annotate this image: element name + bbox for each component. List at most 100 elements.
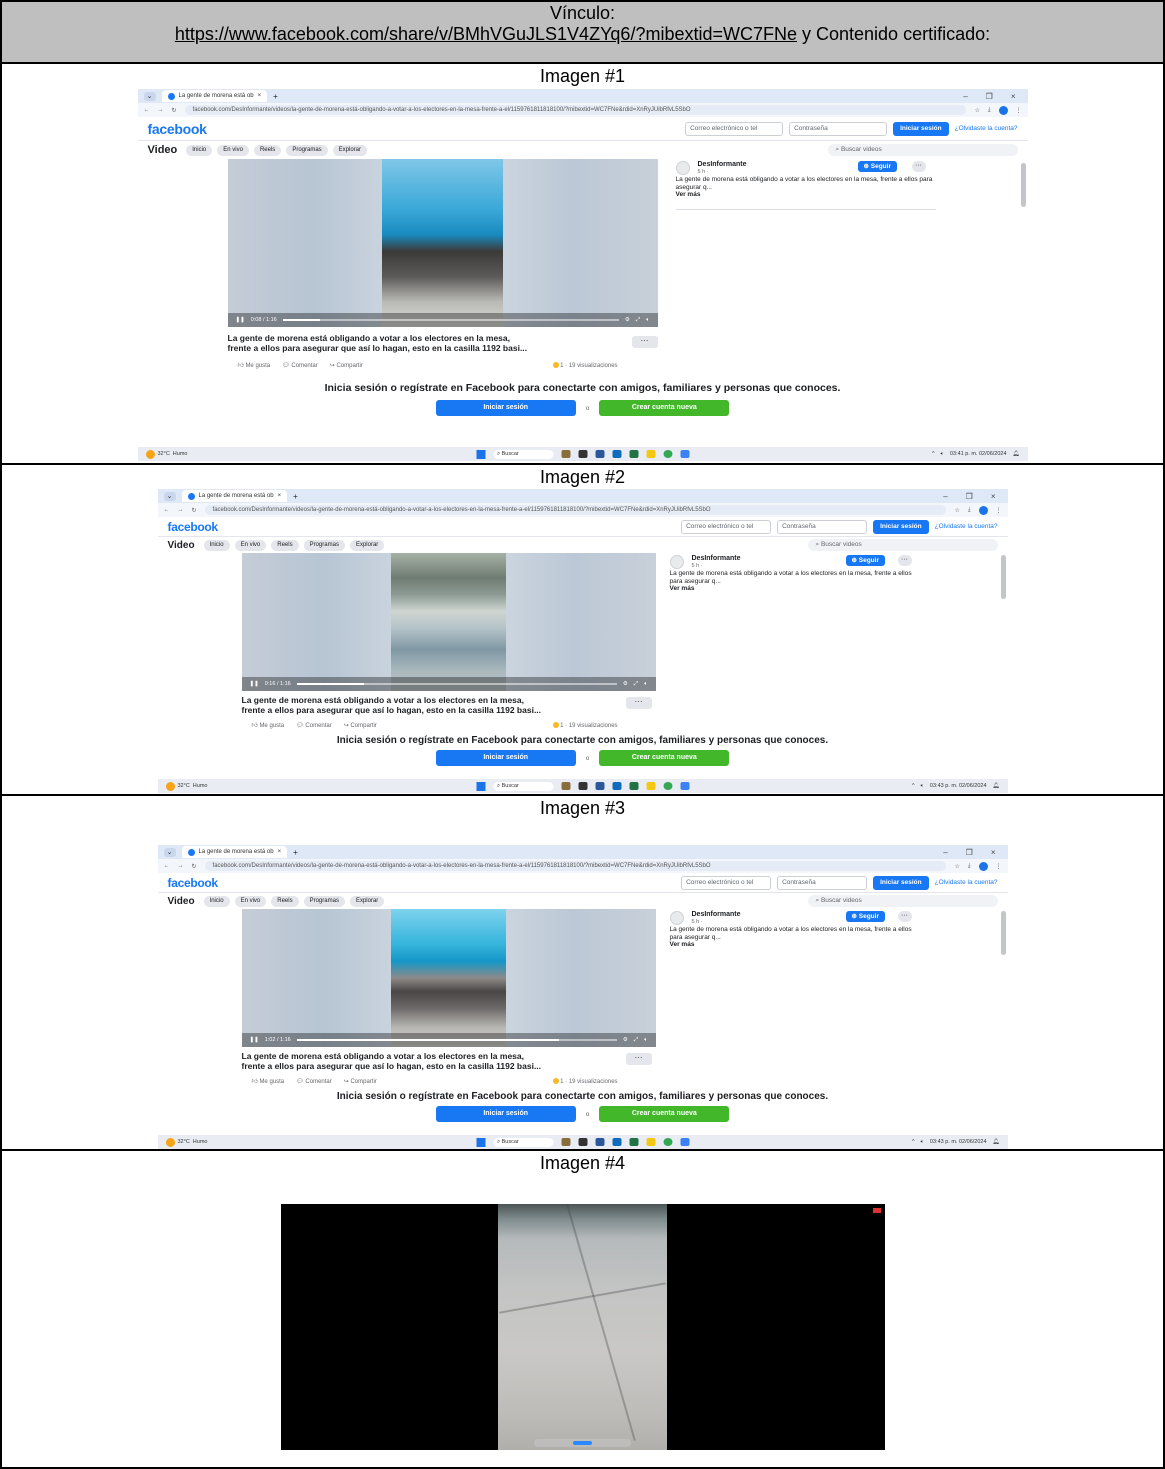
bell-icon[interactable]: 🔔︎: [993, 783, 1000, 789]
tab-list-button[interactable]: ⌄: [163, 847, 176, 857]
see-more-link[interactable]: Ver más: [670, 585, 920, 593]
app-icon[interactable]: [561, 450, 570, 458]
star-icon[interactable]: ☆: [954, 863, 959, 870]
facebook-logo[interactable]: facebook: [168, 520, 219, 534]
app-icon[interactable]: [612, 1138, 621, 1146]
clock[interactable]: 03:43 p. m. 02/06/2024: [930, 783, 987, 789]
window-close-icon[interactable]: ×: [991, 848, 996, 857]
search-videos-input[interactable]: ⌕ Buscar videos: [807, 539, 998, 551]
pause-icon[interactable]: ❚❚: [250, 681, 259, 687]
login-button[interactable]: Iniciar sesión: [873, 519, 929, 534]
video-player[interactable]: ❚❚ 1:02 / 1:16 ⚙ ⤢ 🔈︎: [241, 909, 656, 1047]
forward-icon[interactable]: →: [178, 507, 184, 513]
bell-icon[interactable]: 🔔︎: [1013, 451, 1020, 457]
create-account-button[interactable]: Crear cuenta nueva: [599, 1106, 730, 1122]
chrome-icon[interactable]: [663, 450, 672, 458]
pause-icon[interactable]: ❚❚: [236, 317, 245, 323]
nav-inicio[interactable]: Inicio: [203, 895, 230, 907]
browser-tab[interactable]: La gente de morena está ob ×: [181, 846, 288, 858]
nav-programas[interactable]: Programas: [286, 144, 328, 156]
download-icon[interactable]: ⤓: [988, 107, 991, 114]
fullscreen-icon[interactable]: ⤢: [634, 681, 638, 688]
app-icon[interactable]: [578, 1138, 587, 1146]
minimize-icon[interactable]: –: [963, 92, 967, 101]
facebook-logo[interactable]: facebook: [168, 876, 219, 890]
chevron-up-icon[interactable]: ^: [912, 1139, 915, 1145]
new-tab-icon[interactable]: +: [293, 848, 298, 857]
volume-icon[interactable]: 🔈︎: [644, 1037, 647, 1044]
nav-en-vivo[interactable]: En vivo: [234, 539, 267, 551]
settings-icon[interactable]: ⚙: [623, 1037, 628, 1043]
new-tab-icon[interactable]: +: [293, 492, 298, 501]
like-button[interactable]: 👍︎ Me gusta: [252, 1077, 285, 1085]
see-more-link[interactable]: Ver más: [670, 941, 920, 949]
app-icon[interactable]: [680, 450, 689, 458]
email-field[interactable]: Correo electrónico o tel: [681, 875, 772, 890]
email-field[interactable]: Correo electrónico o tel: [685, 121, 784, 136]
url-field[interactable]: facebook.com/DesInformante/videos/la-gen…: [184, 105, 967, 115]
nav-reels[interactable]: Reels: [271, 895, 299, 907]
reload-icon[interactable]: ↻: [192, 863, 197, 870]
share-button[interactable]: ↪ Compartir: [330, 362, 363, 369]
post-more-button[interactable]: ···: [625, 697, 652, 709]
nav-explorar[interactable]: Explorar: [332, 144, 367, 156]
follow-button[interactable]: ⊕ Seguir: [845, 555, 885, 566]
nav-explorar[interactable]: Explorar: [349, 539, 385, 551]
video-progress-bar[interactable]: [282, 319, 619, 321]
post-more-button[interactable]: ···: [631, 336, 658, 348]
page-more-button[interactable]: ···: [897, 555, 912, 566]
back-icon[interactable]: ←: [164, 507, 170, 513]
download-icon[interactable]: ⤓: [968, 863, 971, 870]
promo-login-button[interactable]: Iniciar sesión: [435, 1106, 576, 1122]
like-button[interactable]: 👍︎ Me gusta: [252, 721, 285, 729]
word-icon[interactable]: [595, 782, 604, 790]
back-icon[interactable]: ←: [144, 107, 150, 113]
app-icon[interactable]: [561, 782, 570, 790]
reload-icon[interactable]: ↻: [172, 107, 177, 114]
login-button[interactable]: Iniciar sesión: [873, 875, 929, 890]
profile-avatar[interactable]: [978, 861, 988, 871]
tab-list-button[interactable]: ⌄: [163, 491, 176, 501]
star-icon[interactable]: ☆: [974, 107, 979, 114]
window-close-icon[interactable]: ×: [991, 492, 996, 501]
page-name[interactable]: DesInformante: [692, 555, 920, 563]
app-icon[interactable]: [578, 450, 587, 458]
page-avatar[interactable]: [675, 161, 690, 175]
app-icon[interactable]: [578, 782, 587, 790]
forgot-account-link[interactable]: ¿Olvidaste la cuenta?: [935, 523, 998, 530]
weather-widget[interactable]: 32°C Humo: [145, 449, 187, 459]
share-button[interactable]: ↪ Compartir: [344, 722, 377, 729]
folder-icon[interactable]: [646, 450, 655, 458]
comment-button[interactable]: 💬︎ Comentar: [296, 722, 332, 729]
windows-start-icon[interactable]: [476, 449, 485, 459]
folder-icon[interactable]: [646, 1138, 655, 1146]
page-avatar[interactable]: [669, 911, 684, 925]
taskbar-search[interactable]: ⌕ Buscar: [493, 781, 553, 791]
video-player-screenshot[interactable]: [280, 1204, 885, 1450]
login-button[interactable]: Iniciar sesión: [893, 121, 949, 136]
settings-icon[interactable]: ⚙: [625, 317, 630, 323]
bell-icon[interactable]: 🔔︎: [993, 1139, 1000, 1145]
new-tab-icon[interactable]: +: [273, 92, 278, 101]
star-icon[interactable]: ☆: [954, 507, 959, 514]
page-name[interactable]: DesInformante: [692, 911, 920, 919]
settings-icon[interactable]: ⚙: [623, 681, 628, 687]
browser-tab[interactable]: La gente de morena está ob ×: [161, 90, 268, 102]
weather-widget[interactable]: 32°C Humo: [165, 1137, 207, 1147]
header-url-link[interactable]: https://www.facebook.com/share/v/BMhVGuJ…: [175, 24, 797, 44]
forward-icon[interactable]: →: [158, 107, 164, 113]
excel-icon[interactable]: [629, 450, 638, 458]
search-videos-input[interactable]: ⌕ Buscar videos: [807, 895, 998, 907]
minimize-icon[interactable]: –: [943, 492, 947, 501]
chevron-up-icon[interactable]: ^: [932, 451, 935, 457]
page-scrollbar[interactable]: [1000, 555, 1006, 599]
fullscreen-icon[interactable]: ⤢: [636, 317, 640, 324]
reload-icon[interactable]: ↻: [192, 507, 197, 514]
video-player[interactable]: ❚❚ 0:16 / 1:16 ⚙ ⤢ 🔈︎: [241, 553, 656, 691]
word-icon[interactable]: [595, 1138, 604, 1146]
url-field[interactable]: facebook.com/DesInformante/videos/la-gen…: [204, 861, 947, 871]
email-field[interactable]: Correo electrónico o tel: [681, 519, 772, 534]
nav-en-vivo[interactable]: En vivo: [234, 895, 267, 907]
maximize-icon[interactable]: ❐: [966, 492, 973, 501]
facebook-logo[interactable]: facebook: [148, 121, 207, 137]
